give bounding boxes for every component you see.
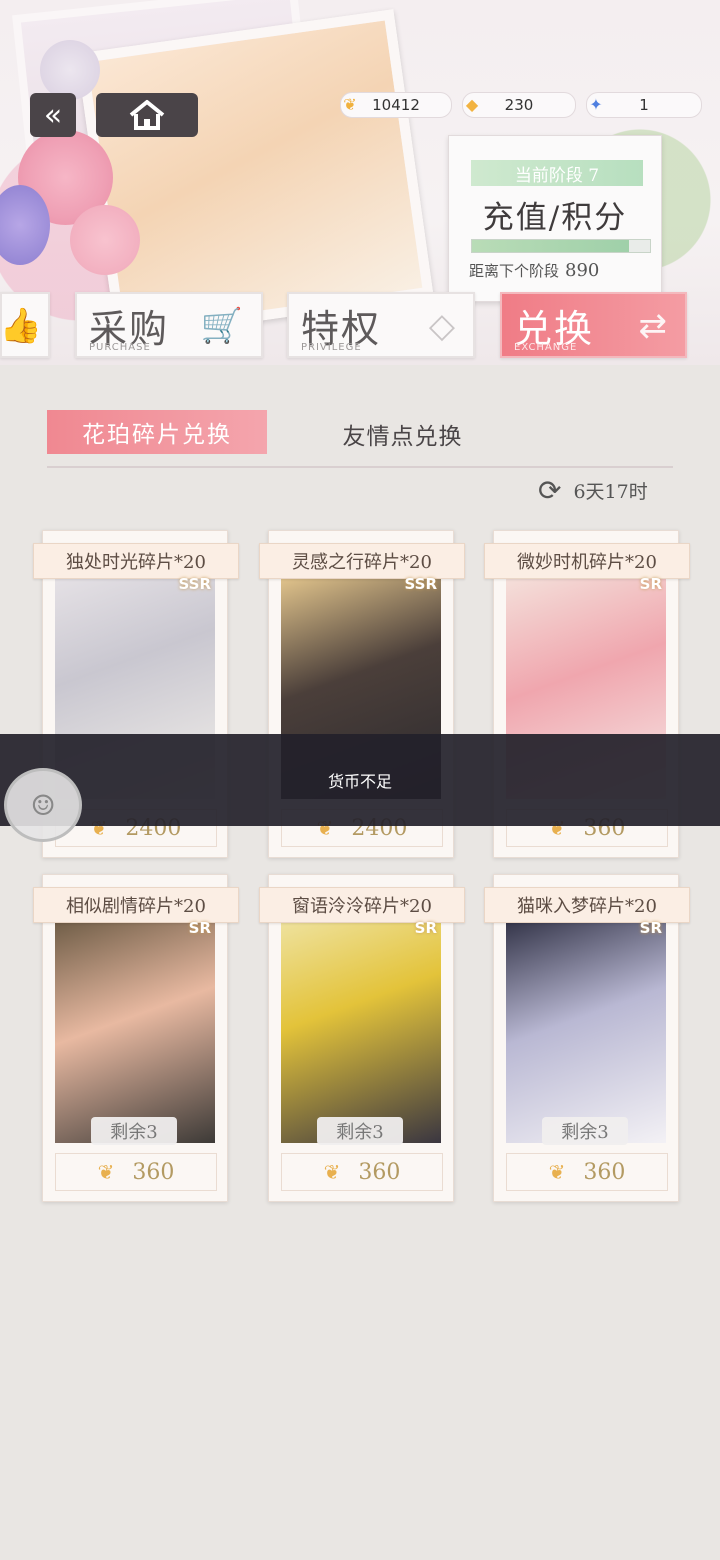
tab-privilege[interactable]: 特权 PRIVILEGE ◇ bbox=[287, 292, 475, 358]
next-stage-label: 距离下个阶段 bbox=[469, 262, 560, 280]
gold-leaf-icon: ❦ bbox=[323, 1160, 341, 1184]
refresh-time: 6天17时 bbox=[573, 480, 648, 503]
tab-partial-left[interactable]: 👍 bbox=[0, 292, 50, 358]
card-price[interactable]: ❦ 360 bbox=[55, 1153, 217, 1191]
gold-leaf-icon: ❦ bbox=[548, 1160, 566, 1184]
stage-label: 当前阶段 7 bbox=[471, 160, 643, 186]
stage-progress-bar bbox=[471, 239, 651, 253]
currency-gold-leaf[interactable]: ❦ 10412 bbox=[340, 92, 452, 118]
ghost-icon: ☺ bbox=[30, 788, 56, 822]
subtab-amber-fragment-exchange[interactable]: 花珀碎片兑换 bbox=[47, 410, 267, 454]
flower-decoration bbox=[40, 40, 100, 100]
rarity-badge: SR bbox=[188, 919, 211, 937]
card-price[interactable]: ❦ 360 bbox=[281, 1153, 443, 1191]
rarity-badge: SSR bbox=[404, 575, 437, 593]
tab-exchange[interactable]: 兑换 EXCHANGE ⇄ bbox=[500, 292, 687, 358]
exchange-card[interactable]: 相似剧情碎片*20 SR 剩余3 ❦ 360 bbox=[33, 874, 239, 1202]
card-art bbox=[506, 917, 666, 1143]
toast-text: 货币不足 bbox=[327, 772, 392, 791]
refresh-timer: ⟳ 6天17时 bbox=[538, 473, 648, 507]
back-button[interactable]: « bbox=[30, 93, 76, 137]
tab-sublabel: PURCHASE bbox=[89, 342, 151, 353]
card-title: 相似剧情碎片*20 bbox=[33, 887, 239, 923]
currency-amber-crystal[interactable]: ◆ 230 bbox=[462, 92, 576, 118]
price-value: 360 bbox=[358, 1159, 401, 1185]
remaining-stock: 剩余3 bbox=[317, 1117, 403, 1145]
home-icon bbox=[129, 100, 165, 130]
remaining-stock: 剩余3 bbox=[542, 1117, 628, 1145]
diamond-icon: ◇ bbox=[428, 306, 455, 346]
card-title: 灵感之行碎片*20 bbox=[259, 543, 465, 579]
tab-purchase[interactable]: 采购 PURCHASE 🛒 bbox=[75, 292, 263, 358]
currency-value: 10412 bbox=[372, 96, 420, 114]
toast-message: 货币不足 bbox=[0, 734, 720, 826]
stage-title: 充值/积分 bbox=[482, 200, 628, 236]
card-title: 微妙时机碎片*20 bbox=[484, 543, 690, 579]
rarity-badge: SR bbox=[639, 919, 662, 937]
subtab-friendship-exchange[interactable]: 友情点兑换 bbox=[330, 414, 475, 454]
currency-ticket[interactable]: ✦ 1 bbox=[586, 92, 702, 118]
next-stage-info: 距离下个阶段 890 bbox=[469, 260, 599, 281]
thumbs-up-icon: 👍 bbox=[0, 306, 42, 346]
exchange-card[interactable]: 猫咪入梦碎片*20 SR 剩余3 ❦ 360 bbox=[484, 874, 690, 1202]
card-price[interactable]: ❦ 360 bbox=[506, 1153, 668, 1191]
rarity-badge: SR bbox=[414, 919, 437, 937]
ticket-icon: ✦ bbox=[589, 94, 603, 114]
stage-progress-fill bbox=[472, 240, 629, 252]
price-value: 360 bbox=[132, 1159, 175, 1185]
cart-icon: 🛒 bbox=[200, 306, 243, 346]
card-title: 独处时光碎片*20 bbox=[33, 543, 239, 579]
remaining-stock: 剩余3 bbox=[91, 1117, 177, 1145]
rarity-badge: SSR bbox=[178, 575, 211, 593]
amber-crystal-icon: ◆ bbox=[465, 94, 479, 114]
currency-value: 1 bbox=[639, 96, 649, 114]
currency-value: 230 bbox=[504, 96, 534, 114]
gold-leaf-icon: ❦ bbox=[343, 94, 357, 114]
home-button[interactable] bbox=[96, 93, 198, 137]
refresh-icon: ⟳ bbox=[538, 473, 562, 507]
double-chevron-left-icon: « bbox=[43, 97, 63, 133]
tab-sublabel: PRIVILEGE bbox=[301, 342, 362, 353]
exchange-icon: ⇄ bbox=[638, 306, 668, 346]
subtab-divider bbox=[47, 466, 673, 468]
card-title: 窗语泠泠碎片*20 bbox=[259, 887, 465, 923]
gold-leaf-icon: ❦ bbox=[97, 1160, 115, 1184]
floating-assistant-button[interactable]: ☺ bbox=[4, 768, 82, 842]
card-art bbox=[281, 917, 441, 1143]
exchange-card[interactable]: 窗语泠泠碎片*20 SR 剩余3 ❦ 360 bbox=[259, 874, 465, 1202]
rarity-badge: SR bbox=[639, 575, 662, 593]
price-value: 360 bbox=[583, 1159, 626, 1185]
flower-decoration bbox=[70, 205, 140, 275]
card-title: 猫咪入梦碎片*20 bbox=[484, 887, 690, 923]
stage-card[interactable]: 当前阶段 7 充值/积分 距离下个阶段 890 bbox=[448, 135, 662, 302]
tab-sublabel: EXCHANGE bbox=[514, 342, 578, 353]
card-art bbox=[55, 917, 215, 1143]
next-stage-value: 890 bbox=[565, 260, 600, 281]
